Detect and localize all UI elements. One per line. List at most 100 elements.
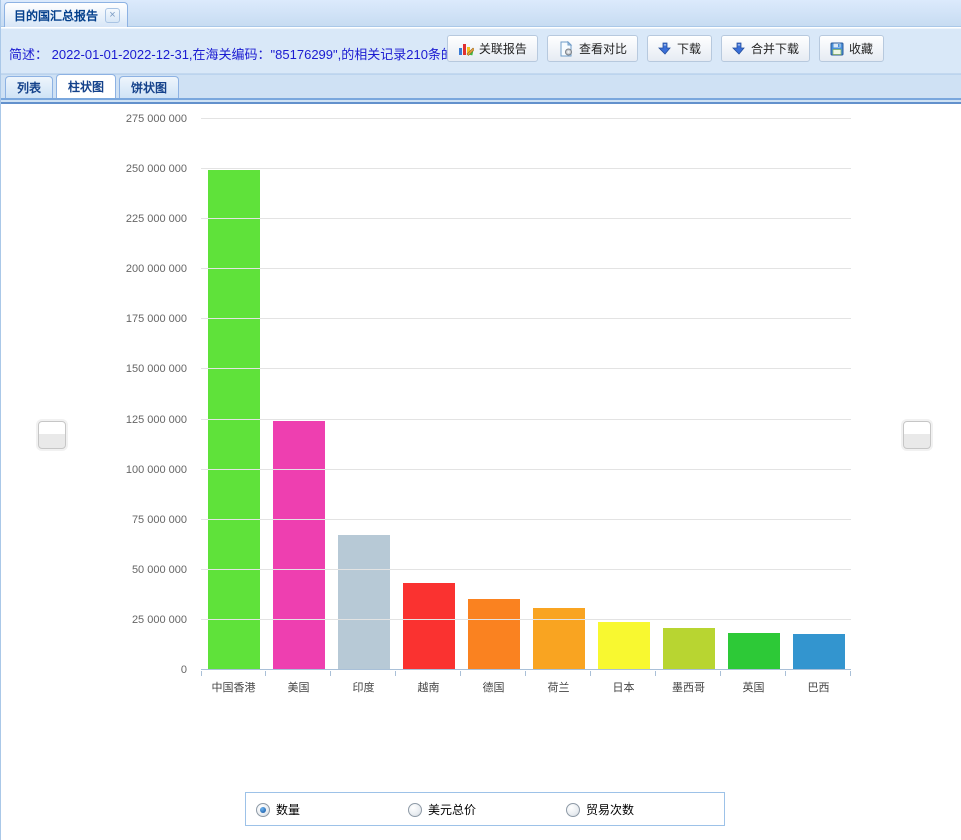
x-axis-labels: 中国香港美国印度越南德国荷兰日本墨西哥英国巴西 bbox=[201, 679, 851, 695]
metric-trade-count-radio-label: 贸易次数 bbox=[586, 801, 634, 818]
x-tick bbox=[656, 671, 721, 676]
related-report-button[interactable]: 关联报告 bbox=[447, 35, 538, 62]
radio-icon[interactable] bbox=[408, 803, 422, 817]
bar-slot bbox=[526, 608, 591, 669]
bar-印度[interactable] bbox=[338, 535, 390, 669]
y-axis-label: 175 000 000 bbox=[126, 313, 187, 325]
y-axis-labels: 025 000 00050 000 00075 000 000100 000 0… bbox=[1, 119, 187, 670]
bar-荷兰[interactable] bbox=[533, 608, 585, 669]
x-axis-label: 德国 bbox=[461, 679, 526, 695]
gridline bbox=[201, 469, 851, 470]
gridline bbox=[201, 519, 851, 520]
favorite-button-label: 收藏 bbox=[849, 40, 873, 57]
x-axis-label: 荷兰 bbox=[526, 679, 591, 695]
bar-series bbox=[201, 118, 851, 669]
tab-separator-band bbox=[1, 98, 961, 104]
plot-area bbox=[201, 119, 851, 670]
x-axis-label: 美国 bbox=[266, 679, 331, 695]
gridline bbox=[201, 368, 851, 369]
x-tick bbox=[461, 671, 526, 676]
y-axis-label: 25 000 000 bbox=[132, 614, 187, 626]
x-tick bbox=[786, 671, 851, 676]
window-tab-destination-report[interactable]: 目的国汇总报告 × bbox=[4, 2, 128, 27]
x-axis-label: 巴西 bbox=[786, 679, 851, 695]
metric-usd-total-radio[interactable]: 美元总价 bbox=[408, 801, 476, 818]
page-left-button[interactable] bbox=[38, 421, 66, 449]
y-axis-label: 150 000 000 bbox=[126, 363, 187, 375]
bar-日本[interactable] bbox=[598, 622, 650, 669]
merge-download-button[interactable]: 合并下载 bbox=[721, 35, 810, 62]
view-compare-button-label: 查看对比 bbox=[579, 40, 627, 57]
bar-slot bbox=[266, 421, 331, 669]
y-axis-label: 225 000 000 bbox=[126, 213, 187, 225]
gridline bbox=[201, 569, 851, 570]
metric-usd-total-radio-label: 美元总价 bbox=[428, 801, 476, 818]
bar-墨西哥[interactable] bbox=[663, 628, 715, 669]
x-axis-label: 日本 bbox=[591, 679, 656, 695]
x-tick bbox=[331, 671, 396, 676]
radio-icon[interactable] bbox=[256, 803, 270, 817]
metric-quantity-radio-label: 数量 bbox=[276, 801, 300, 818]
bar-slot bbox=[656, 628, 721, 669]
view-tab-bar: 列表柱状图饼状图 bbox=[1, 74, 961, 98]
bar-英国[interactable] bbox=[728, 633, 780, 669]
bar-美国[interactable] bbox=[273, 421, 325, 669]
y-axis-label: 75 000 000 bbox=[132, 514, 187, 526]
view-compare-button[interactable]: 查看对比 bbox=[547, 35, 638, 62]
x-axis-label: 越南 bbox=[396, 679, 461, 695]
download-button[interactable]: 下载 bbox=[647, 35, 712, 62]
tab-list[interactable]: 列表 bbox=[5, 76, 53, 98]
x-tick bbox=[526, 671, 591, 676]
related-report-button-label: 关联报告 bbox=[479, 40, 527, 57]
x-tick bbox=[591, 671, 656, 676]
x-tick bbox=[266, 671, 331, 676]
bar-slot bbox=[396, 583, 461, 669]
bar-德国[interactable] bbox=[468, 599, 520, 669]
download-button-label: 下载 bbox=[677, 40, 701, 57]
window-tab-bar: 目的国汇总报告 × bbox=[1, 0, 961, 27]
x-axis-label: 印度 bbox=[331, 679, 396, 695]
favorite-button[interactable]: 收藏 bbox=[819, 35, 884, 62]
page-right-button[interactable] bbox=[903, 421, 931, 449]
radio-icon[interactable] bbox=[566, 803, 580, 817]
gridline bbox=[201, 318, 851, 319]
gridline bbox=[201, 118, 851, 119]
metric-radio-group: 数量 美元总价 贸易次数 bbox=[245, 792, 725, 826]
x-tick bbox=[396, 671, 461, 676]
x-axis-label: 墨西哥 bbox=[656, 679, 721, 695]
bar-巴西[interactable] bbox=[793, 634, 845, 669]
view-tab-row: 列表柱状图饼状图 bbox=[1, 75, 961, 98]
gridline bbox=[201, 268, 851, 269]
close-icon[interactable]: × bbox=[105, 8, 120, 23]
save-disk-icon bbox=[830, 42, 844, 56]
bar-越南[interactable] bbox=[403, 583, 455, 669]
bar-chart-icon bbox=[458, 41, 474, 57]
y-axis-label: 200 000 000 bbox=[126, 263, 187, 275]
gridline bbox=[201, 419, 851, 420]
summary-toolbar-band: 简述： 2022-01-01-2022-12-31,在海关编码："8517629… bbox=[1, 28, 961, 74]
bar-slot bbox=[786, 634, 851, 669]
page-title: 目的国汇总报告 bbox=[14, 7, 98, 24]
x-axis-ticks bbox=[201, 671, 852, 676]
bar-slot bbox=[461, 599, 526, 669]
gridline bbox=[201, 168, 851, 169]
download-arrow-icon bbox=[658, 42, 672, 56]
x-axis-label: 中国香港 bbox=[201, 679, 266, 695]
y-axis-label: 50 000 000 bbox=[132, 564, 187, 576]
toolbar: 关联报告 查看对比 下载 合并下载 收藏 bbox=[447, 35, 884, 62]
download-arrow-icon bbox=[732, 42, 746, 56]
merge-download-button-label: 合并下载 bbox=[751, 40, 799, 57]
bar-slot bbox=[591, 622, 656, 669]
metric-trade-count-radio[interactable]: 贸易次数 bbox=[566, 801, 634, 818]
y-axis-label: 275 000 000 bbox=[126, 113, 187, 125]
compare-doc-icon bbox=[558, 41, 574, 57]
y-axis-label: 125 000 000 bbox=[126, 414, 187, 426]
gridline bbox=[201, 619, 851, 620]
x-axis-label: 英国 bbox=[721, 679, 786, 695]
y-axis-label: 250 000 000 bbox=[126, 163, 187, 175]
x-tick bbox=[721, 671, 786, 676]
tab-bar-chart[interactable]: 柱状图 bbox=[56, 74, 116, 98]
metric-quantity-radio[interactable]: 数量 bbox=[256, 801, 300, 818]
tab-pie-chart[interactable]: 饼状图 bbox=[119, 76, 179, 98]
gridline bbox=[201, 218, 851, 219]
